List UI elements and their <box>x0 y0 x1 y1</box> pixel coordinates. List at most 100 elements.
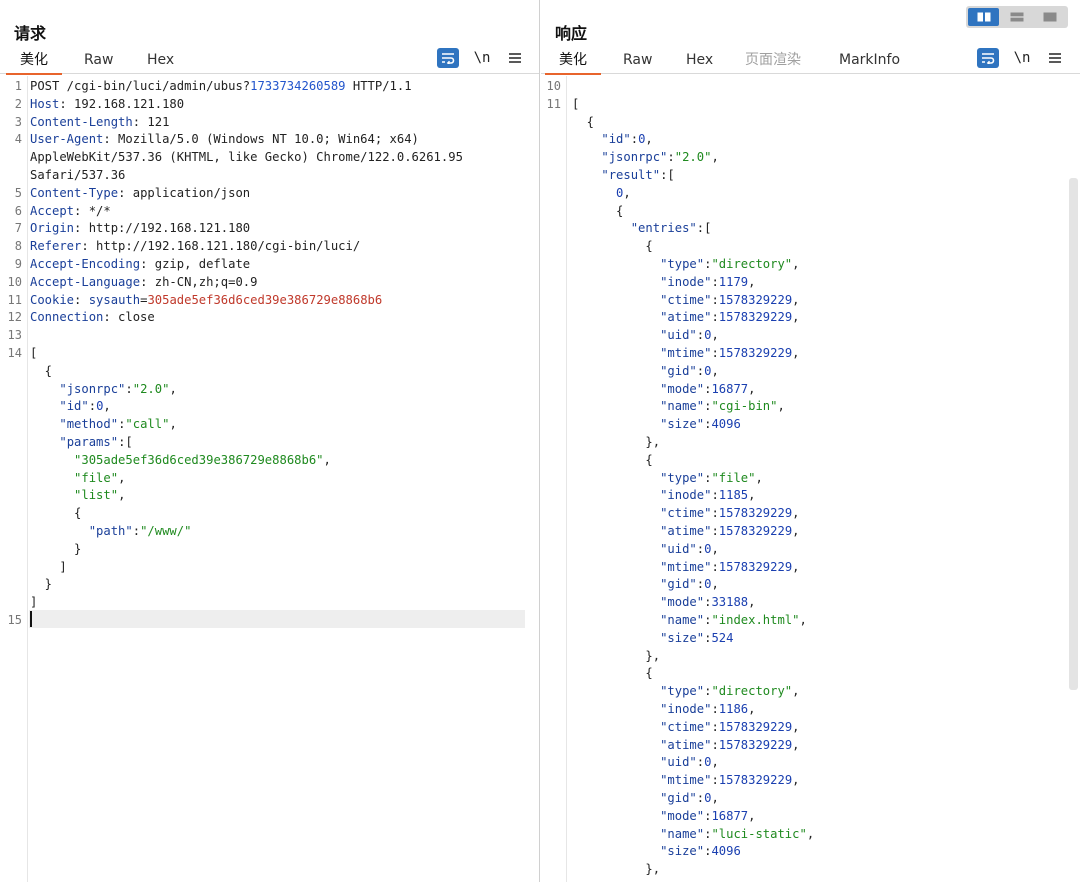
code-token: , <box>792 719 800 734</box>
code-token: : 192.168.121.180 <box>59 96 185 111</box>
line-code: "gid":0, <box>572 789 719 807</box>
request-tab-raw[interactable]: Raw <box>84 48 113 74</box>
response-tab-raw[interactable]: Raw <box>623 48 652 74</box>
code-line: "params":[ <box>0 433 539 451</box>
code-token: : <box>696 328 705 343</box>
line-code: "name":"index.html", <box>572 611 807 629</box>
code-token: "uid" <box>660 541 697 556</box>
line-number: 8 <box>14 239 22 254</box>
code-token: [ <box>572 96 580 111</box>
code-token: , <box>711 577 719 592</box>
request-tab-hex[interactable]: Hex <box>147 48 174 74</box>
code-token: POST /cgi-bin/luci/admin/ubus? <box>30 79 251 93</box>
code-token: : http://192.168.121.180/cgi-bin/luci/ <box>81 239 361 254</box>
code-token: 1578329229 <box>718 506 793 521</box>
request-menu-icon[interactable] <box>504 48 526 68</box>
code-line: "inode":1179, <box>541 273 1080 291</box>
request-tab-pretty[interactable]: 美化 <box>6 48 62 75</box>
response-tabs: 美化 Raw Hex 页面渲染 MarkInfo <box>541 48 1080 75</box>
code-token: , <box>792 257 800 271</box>
code-line: { <box>541 451 1080 469</box>
code-line: }, <box>541 433 1080 451</box>
response-editor[interactable]: 10 11[ { "id":0, "jsonrpc":"2.0", "result… <box>541 76 1080 882</box>
code-token: , <box>792 506 800 521</box>
code-line: "result":[ <box>541 166 1080 184</box>
request-editor[interactable]: 1 POST /cgi-bin/luci/admin/ubus?173373426… <box>0 76 539 882</box>
line-code: "entries":[ <box>572 219 712 237</box>
line-code: "mode":16877, <box>572 380 755 398</box>
code-line: "type":"file", <box>541 469 1080 487</box>
code-token: , <box>623 185 631 200</box>
line-code: 0, <box>572 184 631 202</box>
response-wrap-toggle-icon[interactable] <box>977 48 999 68</box>
code-token: "jsonrpc" <box>59 381 126 396</box>
code-token: , <box>748 488 756 503</box>
line-code: "mode":33188, <box>572 593 755 611</box>
line-code: "inode":1185, <box>572 486 755 504</box>
layout-side-by-side-icon[interactable] <box>968 8 1000 26</box>
line-code: "mtime":1578329229, <box>572 771 799 789</box>
code-token: "mode" <box>660 808 705 823</box>
code-token: , <box>748 702 756 716</box>
code-line: "size":4096 <box>541 415 1080 433</box>
line-code: "uid":0, <box>572 540 719 558</box>
line-code: } <box>30 575 52 593</box>
line-code: Safari/537.36 <box>30 166 125 184</box>
line-code: "inode":1186, <box>572 700 755 718</box>
code-line: "mtime":1578329229, <box>541 344 1080 362</box>
response-scrollbar[interactable] <box>1069 178 1078 690</box>
code-token: } <box>30 541 82 556</box>
request-wrap-toggle-icon[interactable] <box>437 48 459 68</box>
code-token: 1578329229 <box>718 524 793 538</box>
code-token: 1578329229 <box>718 737 793 752</box>
code-token: , <box>645 132 653 147</box>
code-token: ] <box>30 559 67 574</box>
code-line: "name":"index.html", <box>541 611 1080 629</box>
code-token: Accept-Encoding <box>30 257 141 271</box>
response-tab-render[interactable]: 页面渲染 <box>745 48 801 74</box>
code-token: : <box>711 310 719 325</box>
response-tab-pretty[interactable]: 美化 <box>545 48 601 75</box>
code-token: : <box>696 363 705 378</box>
code-token: , <box>792 346 800 360</box>
response-menu-icon[interactable] <box>1044 48 1066 68</box>
line-code: "jsonrpc":"2.0", <box>572 148 718 166</box>
response-tab-hex[interactable]: Hex <box>686 48 713 74</box>
code-token: : zh-CN,zh;q=0.9 <box>140 274 258 289</box>
code-token: : <box>696 755 705 770</box>
code-token: "ctime" <box>660 719 712 734</box>
response-newline-toggle[interactable]: \n <box>1011 48 1033 68</box>
line-number: 10 <box>7 274 22 289</box>
response-tab-markinfo[interactable]: MarkInfo <box>839 48 900 74</box>
code-token: Content-Length <box>30 114 133 129</box>
code-token: : <box>696 577 705 592</box>
code-line: { <box>0 504 539 522</box>
layout-single-icon[interactable] <box>1035 8 1066 26</box>
code-token: , <box>792 292 800 307</box>
code-token: "inode" <box>660 488 712 503</box>
line-code: ] <box>30 558 67 576</box>
code-token: "file" <box>74 470 119 485</box>
line-code: [ <box>30 344 37 362</box>
line-code: "list", <box>30 486 125 504</box>
code-token: "uid" <box>660 328 697 343</box>
request-newline-toggle[interactable]: \n <box>471 48 493 68</box>
layout-stacked-icon[interactable] <box>1001 8 1032 26</box>
line-code: [ <box>572 95 579 113</box>
code-token: "entries" <box>630 221 697 236</box>
code-line: 5 Content-Type: application/json <box>0 184 539 202</box>
code-line: "ctime":1578329229, <box>541 504 1080 522</box>
code-token: , <box>118 470 126 485</box>
